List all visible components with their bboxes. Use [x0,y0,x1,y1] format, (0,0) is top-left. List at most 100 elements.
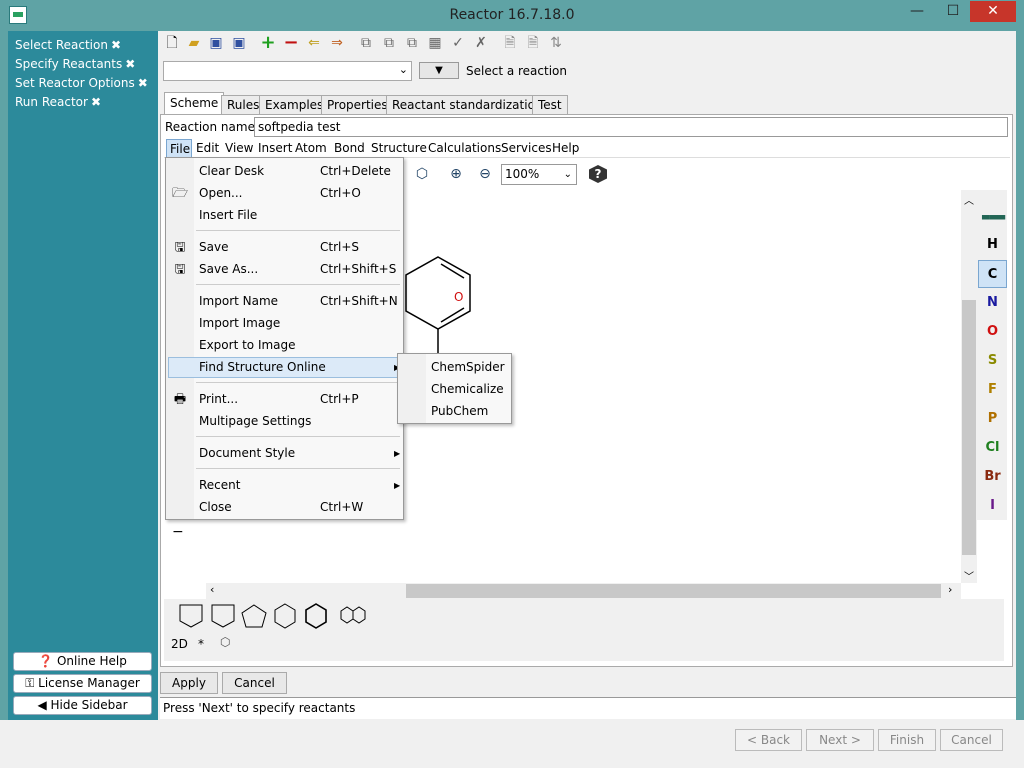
grid-icon[interactable]: ▦ [425,33,445,53]
sidebar-item-label: Select Reaction [15,38,108,52]
import-icon[interactable]: ⇐ [304,33,324,53]
element-f[interactable]: F [978,376,1007,404]
new-icon[interactable]: 🗋 [162,33,182,53]
doc-add-icon[interactable]: 🗎 [500,33,520,53]
zoom-in-icon[interactable]: ⊕ [446,164,466,184]
menu-edit[interactable]: Edit [196,139,219,158]
vertical-scrollbar[interactable]: ︿ ﹀ [961,190,977,583]
element-c[interactable]: C [978,260,1007,288]
minus-icon[interactable]: − [172,524,184,540]
menu-item-insert-file[interactable]: Insert File [199,205,257,225]
back-button[interactable]: < Back [735,729,802,751]
shortcut-label: Ctrl+W [320,500,364,514]
submenu-item-chemicalize[interactable]: Chemicalize [431,379,504,399]
cancel-button[interactable]: Cancel [222,672,287,694]
add-icon[interactable]: + [258,33,278,53]
tab-scheme[interactable]: Scheme [164,92,225,115]
menu-item-import-name[interactable]: Import Name [199,291,278,311]
scroll-up-icon[interactable]: ︿ [964,192,974,207]
element-cl[interactable]: Cl [978,434,1007,462]
copy-icon[interactable]: ⧉ [356,33,376,53]
tab-properties[interactable]: Properties [321,95,394,114]
element-br[interactable]: Br [978,463,1007,491]
chevron-down-icon: ⌄ [563,169,572,180]
maximize-button[interactable]: ☐ [938,1,968,22]
zoom-out-icon[interactable]: ⊖ [475,164,495,184]
menu-item-print[interactable]: Print... [199,389,238,409]
next-button[interactable]: Next > [806,729,874,751]
menu-item-export-image[interactable]: Export to Image [199,335,296,355]
submenu-item-pubchem[interactable]: PubChem [431,401,488,421]
doc-icon[interactable]: 🗎 [523,33,543,53]
menu-item-recent[interactable]: Recent [199,475,240,495]
element-n[interactable]: N [978,289,1007,317]
cyclopentane-icon [241,604,267,628]
reaction-select[interactable]: ⌄ [163,61,412,81]
2d-mode-label[interactable]: 2D [171,637,188,651]
clone-icon[interactable]: ⧉ [402,33,422,53]
menu-item-clear-desk[interactable]: Clear Desk [199,161,264,181]
online-help-button[interactable]: ❓ Online Help [13,652,152,671]
scroll-right-icon[interactable]: › [948,583,952,596]
element-h[interactable]: H [978,231,1007,259]
menu-atom[interactable]: Atom [295,139,327,158]
menu-calculations[interactable]: Calculations [428,139,501,158]
open-folder-icon[interactable]: ▰ [184,33,204,53]
menu-view[interactable]: View [225,139,253,158]
menu-item-import-image[interactable]: Import Image [199,313,280,333]
check-icon[interactable]: ✓ [448,33,468,53]
dropdown-button[interactable]: ▼ [419,62,459,79]
zoom-select[interactable]: 100% ⌄ [501,164,577,185]
element-i[interactable]: I [978,492,1007,520]
x-icon: ✖ [110,38,122,52]
scroll-left-icon[interactable]: ‹ [210,583,214,596]
menu-help[interactable]: Help [552,139,579,158]
export-icon[interactable]: ⇒ [327,33,347,53]
sidebar-item-specify-reactants[interactable]: Specify Reactants ✖ [15,57,135,71]
menu-item-save-as[interactable]: Save As... [199,259,258,279]
remove-icon[interactable]: − [281,33,301,53]
sidebar-item-set-reactor-options[interactable]: Set Reactor Options ✖ [15,76,148,90]
menu-bond[interactable]: Bond [334,139,365,158]
menu-item-document-style[interactable]: Document Style [199,443,295,463]
scroll-down-icon[interactable]: ﹀ [964,568,974,583]
menu-item-save[interactable]: Save [199,237,228,257]
sort-icon[interactable]: ⇅ [546,33,566,53]
menu-item-find-structure-online[interactable]: Find Structure Online [199,357,326,377]
tab-test[interactable]: Test [532,95,568,114]
save-icon[interactable]: ▣ [206,33,226,53]
menu-insert[interactable]: Insert [258,139,292,158]
star-button[interactable]: * [198,637,204,651]
sidebar-item-run-reactor[interactable]: Run Reactor ✖ [15,95,101,109]
finish-button[interactable]: Finish [878,729,936,751]
element-p[interactable]: P [978,405,1007,433]
minimize-button[interactable]: — [902,1,932,22]
menu-file[interactable]: File [166,139,192,158]
menu-item-open[interactable]: Open... [199,183,243,203]
clean-icon[interactable]: ⬡ [412,164,432,184]
periodic-table-icon[interactable]: ▃▃▃ [982,209,1005,220]
element-o[interactable]: O [978,318,1007,346]
element-s[interactable]: S [978,347,1007,375]
sidebar-item-label: Set Reactor Options [15,76,135,90]
reaction-name-input[interactable]: softpedia test [254,117,1008,137]
tab-examples[interactable]: Examples [259,95,330,114]
hide-sidebar-button[interactable]: ◀ Hide Sidebar [13,696,152,715]
submenu-arrow-icon: ▶ [394,449,401,458]
license-manager-button[interactable]: ⚿ License Manager [13,674,152,693]
menu-item-multipage-settings[interactable]: Multipage Settings [199,411,311,431]
tab-reactant-standardization[interactable]: Reactant standardization [386,95,549,114]
horizontal-scrollbar[interactable]: ‹ › [206,583,961,599]
close-button[interactable]: ✕ [970,1,1016,22]
menu-services[interactable]: Services [501,139,552,158]
menu-item-close[interactable]: Close [199,497,232,517]
submenu-item-chemspider[interactable]: ChemSpider [431,357,505,377]
sidebar-item-select-reaction[interactable]: Select Reaction ✖ [15,38,121,52]
apply-button[interactable]: Apply [160,672,218,694]
save-all-icon[interactable]: ▣ [229,33,249,53]
duplicate-icon[interactable]: ⧉ [379,33,399,53]
cross-icon[interactable]: ✗ [471,33,491,53]
molecule-icon[interactable]: ⬡ [220,635,230,649]
menu-structure[interactable]: Structure [371,139,427,158]
footer-cancel-button[interactable]: Cancel [940,729,1003,751]
